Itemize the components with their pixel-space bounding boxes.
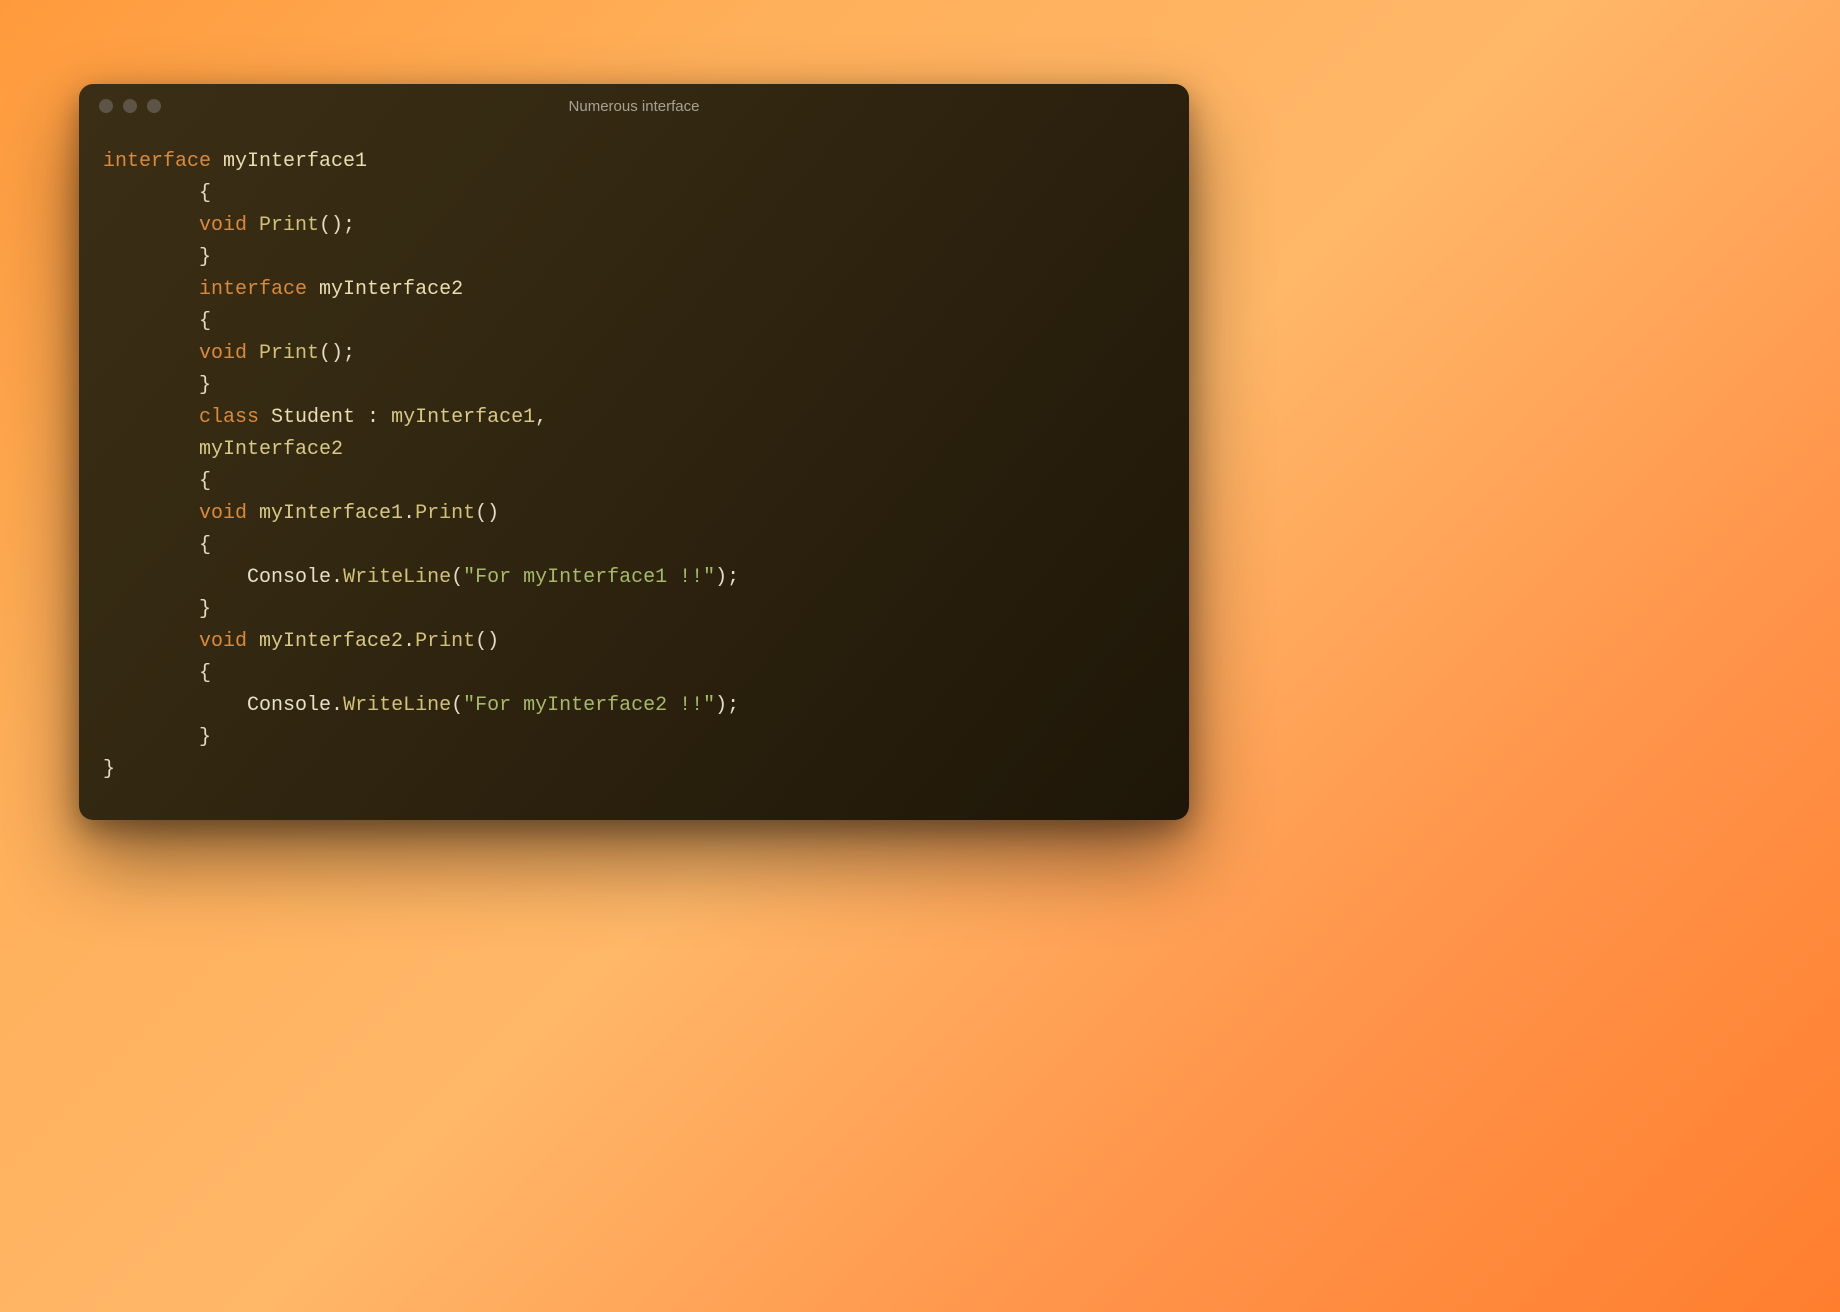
paren-close: ); xyxy=(715,566,739,589)
brace-open: { xyxy=(103,470,211,493)
comma: , xyxy=(535,406,547,429)
brace-close: } xyxy=(103,598,211,621)
keyword-void: void xyxy=(103,214,259,237)
brace-close: } xyxy=(103,726,211,749)
keyword-void: void xyxy=(103,630,259,653)
maximize-icon[interactable] xyxy=(147,99,161,113)
brace-close: } xyxy=(103,758,115,781)
keyword-void: void xyxy=(103,342,259,365)
colon: : xyxy=(355,406,391,429)
scope-name: myInterface2 xyxy=(259,630,403,653)
code-block: interface myInterface1 { void Print(); }… xyxy=(79,128,1189,820)
traffic-lights xyxy=(99,99,161,113)
brace-close: } xyxy=(103,374,211,397)
type-name: myInterface2 xyxy=(319,278,463,301)
parens: () xyxy=(475,630,499,653)
method-name: Print xyxy=(259,214,319,237)
indent xyxy=(103,694,247,717)
method-name: Print xyxy=(415,630,475,653)
writeline-method: WriteLine xyxy=(343,694,451,717)
string-literal: "For myInterface1 !!" xyxy=(463,566,715,589)
titlebar: Numerous interface xyxy=(79,84,1189,128)
punct: (); xyxy=(319,214,355,237)
punct: (); xyxy=(319,342,355,365)
dot: . xyxy=(403,630,415,653)
code-window: Numerous interface interface myInterface… xyxy=(79,84,1189,820)
dot: . xyxy=(403,502,415,525)
keyword-interface: interface xyxy=(103,150,223,173)
indent xyxy=(103,566,247,589)
keyword-interface: interface xyxy=(103,278,319,301)
paren-open: ( xyxy=(451,566,463,589)
scope-name: myInterface1 xyxy=(259,502,403,525)
window-title: Numerous interface xyxy=(79,98,1189,115)
class-name: Student xyxy=(271,406,355,429)
method-name: Print xyxy=(259,342,319,365)
type-name: myInterface1 xyxy=(223,150,367,173)
console-ident: Console xyxy=(247,566,331,589)
dot: . xyxy=(331,694,343,717)
console-ident: Console xyxy=(247,694,331,717)
writeline-method: WriteLine xyxy=(343,566,451,589)
brace-open: { xyxy=(103,534,211,557)
brace-open: { xyxy=(103,310,211,333)
paren-open: ( xyxy=(451,694,463,717)
brace-open: { xyxy=(103,662,211,685)
keyword-class: class xyxy=(103,406,271,429)
brace-open: { xyxy=(103,182,211,205)
dot: . xyxy=(331,566,343,589)
minimize-icon[interactable] xyxy=(123,99,137,113)
impl-type: myInterface1 xyxy=(391,406,535,429)
method-name: Print xyxy=(415,502,475,525)
string-literal: "For myInterface2 !!" xyxy=(463,694,715,717)
paren-close: ); xyxy=(715,694,739,717)
brace-close: } xyxy=(103,246,211,269)
parens: () xyxy=(475,502,499,525)
keyword-void: void xyxy=(103,502,259,525)
close-icon[interactable] xyxy=(99,99,113,113)
impl-type: myInterface2 xyxy=(103,438,343,461)
